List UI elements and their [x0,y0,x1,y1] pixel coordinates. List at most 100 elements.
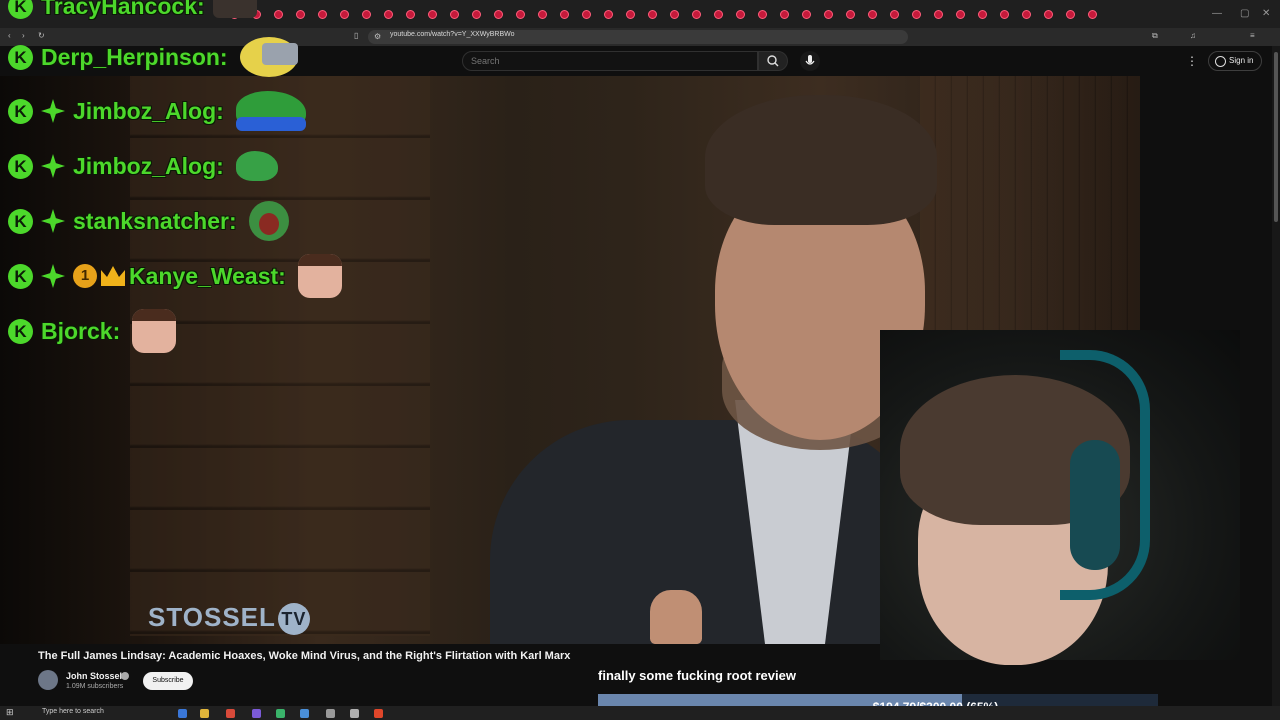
browser-tab[interactable] [582,10,591,19]
chat-message: K Derp_Herpinson: [8,37,298,77]
kick-badge-icon: K [8,318,33,344]
goal-label: finally some fucking root review [598,668,796,683]
browser-tab[interactable] [428,10,437,19]
minimize-icon[interactable]: — [1212,8,1222,19]
emote [248,201,289,241]
search-input[interactable] [462,51,758,71]
browser-tab[interactable] [978,10,987,19]
crown-badge-icon [101,266,125,286]
channel-name[interactable]: John Stossel [66,671,122,681]
chat-username: Bjorck: [41,317,121,344]
emote [235,91,306,131]
more-options-icon[interactable]: ⋮ [1186,54,1198,68]
browser-tab[interactable] [384,10,393,19]
subscribe-button[interactable]: Subscribe [143,672,193,690]
kick-badge-icon: K [8,263,33,289]
start-icon[interactable]: ⊞ [6,707,14,718]
browser-tab[interactable] [560,10,569,19]
sparkle-badge-icon [41,264,65,288]
browser-tab[interactable] [956,10,965,19]
voice-search-button[interactable] [800,51,820,71]
chat-username: TracyHancock: [41,0,205,19]
bookmark-icon[interactable]: ▯ [354,31,358,40]
rank-badge-icon: 1 [73,264,97,288]
browser-tab[interactable] [472,10,481,19]
emote [235,151,278,181]
browser-tab[interactable] [1044,10,1053,19]
video-title[interactable]: The Full James Lindsay: Academic Hoaxes,… [38,650,570,662]
taskbar-search[interactable]: Type here to search [28,708,138,718]
chat-username: Derp_Herpinson: [41,43,228,70]
watermark-badge: TV [277,603,310,636]
browser-tab[interactable] [1000,10,1009,19]
browser-tab[interactable] [516,10,525,19]
emote [239,37,298,77]
maximize-icon[interactable]: ▢ [1240,8,1249,19]
browser-tab[interactable] [890,10,899,19]
steam-icon[interactable] [300,709,309,718]
browser-tab[interactable] [714,10,723,19]
chat-message: K Jimboz_Alog: [8,146,278,186]
kick-badge-icon: K [8,44,33,70]
account-icon [1215,56,1226,67]
browser-tab[interactable] [340,10,349,19]
browser-tab[interactable] [780,10,789,19]
url-text: youtube.com/watch?v=Y_XXWyBRBWo [390,31,515,38]
app-icon[interactable] [226,709,235,718]
browser-icon[interactable] [276,709,285,718]
browser-tab[interactable] [758,10,767,19]
brave-icon[interactable] [374,709,383,718]
chat-username: Jimboz_Alog: [73,152,224,179]
extensions-icon[interactable]: ⧉ [1152,31,1158,41]
taskbar-search-placeholder: Type here to search [42,708,104,715]
sign-in-button[interactable]: Sign in [1208,51,1262,71]
app-icon[interactable] [252,709,261,718]
browser-tab[interactable] [626,10,635,19]
kick-badge-icon: K [8,208,33,234]
sparkle-badge-icon [41,209,65,233]
browser-tab[interactable] [934,10,943,19]
guest-suit [490,420,930,644]
browser-tab[interactable] [868,10,877,19]
page-scrollbar[interactable] [1272,46,1280,706]
browser-tab[interactable] [296,10,305,19]
media-icon[interactable]: ♫ [1190,31,1196,40]
channel-watermark: STOSSEL TV [148,602,310,636]
browser-tab[interactable] [692,10,701,19]
file-explorer-icon[interactable] [200,709,209,718]
search-icon [767,55,779,67]
kick-badge-icon: K [8,98,33,124]
browser-tab[interactable] [1088,10,1097,19]
browser-tab[interactable] [318,10,327,19]
browser-tab[interactable] [912,10,921,19]
task-view-icon[interactable] [178,709,187,718]
app-icon[interactable] [350,709,359,718]
browser-tab[interactable] [802,10,811,19]
browser-tab[interactable] [362,10,371,19]
close-window-icon[interactable]: ✕ [1262,8,1270,19]
browser-tab[interactable] [450,10,459,19]
browser-tab[interactable] [670,10,679,19]
browser-tab[interactable] [736,10,745,19]
subscriber-count: 1.09M subscribers [66,683,124,690]
browser-tab[interactable] [824,10,833,19]
site-info-icon[interactable]: ⚙ [374,32,381,41]
search-button[interactable] [758,51,788,71]
browser-tab[interactable] [604,10,613,19]
channel-avatar[interactable] [38,670,58,690]
scrollbar-thumb[interactable] [1274,52,1278,222]
browser-tab[interactable] [494,10,503,19]
menu-icon[interactable]: ≡ [1250,31,1255,40]
headphone-cup [1070,440,1120,570]
microphone-icon [805,55,815,65]
app-icon[interactable] [326,709,335,718]
browser-tab[interactable] [538,10,547,19]
browser-tab[interactable] [274,10,283,19]
browser-tab[interactable] [846,10,855,19]
browser-tab[interactable] [1022,10,1031,19]
browser-tab[interactable] [648,10,657,19]
browser-tab[interactable] [406,10,415,19]
url-field[interactable]: ⚙ youtube.com/watch?v=Y_XXWyBRBWo [368,30,908,44]
browser-tab[interactable] [1066,10,1075,19]
emote [132,309,177,353]
